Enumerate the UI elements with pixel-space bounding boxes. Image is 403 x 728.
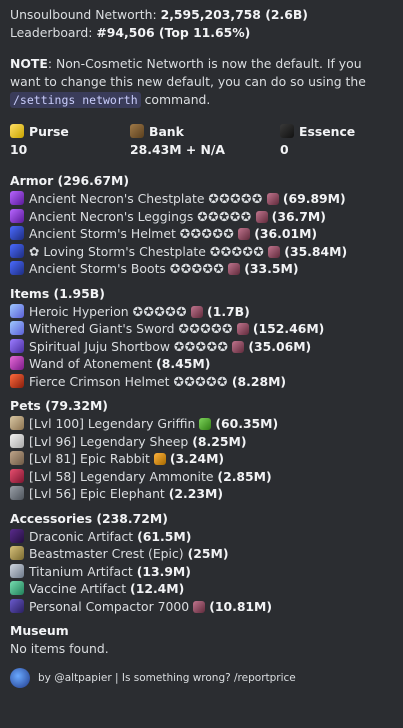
list-item: Vaccine Artifact (12.4M): [10, 580, 393, 598]
recomb-icon: [238, 228, 251, 240]
embed-footer: by @altpapier | Is something wrong? /rep…: [10, 667, 393, 688]
recomb-icon: [232, 340, 245, 353]
giant-sword-icon: [10, 321, 24, 335]
items-title: Items (1.95B): [10, 285, 105, 301]
recomb-icon: [236, 323, 249, 335]
storm-boots-icon: [10, 261, 24, 275]
recomb-icon: [193, 600, 206, 613]
leaderboard-label: Leaderboard:: [10, 24, 97, 40]
note-label: NOTE: [10, 56, 48, 71]
griffin-icon: [10, 416, 24, 430]
list-item: Draconic Artifact (61.5M): [10, 528, 393, 546]
list-item: [Lvl 96] Legendary Sheep (8.25M): [10, 433, 393, 451]
list-item: Ancient Storm's Helmet ✪✪✪✪✪ (36.01M): [10, 225, 393, 243]
note-text: : Non-Cosmetic Networth is now the defau…: [10, 56, 366, 89]
crimson-helmet-icon: [10, 373, 24, 388]
recomb-icon: [228, 263, 241, 275]
items-section: Items (1.95B) Heroic Hyperion ✪✪✪✪✪ (1.7B…: [10, 284, 393, 391]
sheep-icon: [10, 433, 24, 448]
wither-essence-icon: [280, 124, 294, 138]
gold-ingot-icon: [10, 124, 24, 138]
networth-embed: Unsoulbound Networth: 2,595,203,758 (2.6…: [0, 0, 403, 688]
beastmaster-crest-icon: [10, 546, 24, 560]
accessories-title: Accessories (238.72M): [10, 510, 168, 526]
list-item: Withered Giant's Sword ✪✪✪✪✪ (152.46M): [10, 320, 393, 338]
list-item: [Lvl 56] Epic Elephant (2.23M): [10, 485, 393, 503]
bank-label: Bank: [149, 124, 184, 139]
footer-text: by @altpapier | Is something wrong? /rep…: [38, 671, 296, 684]
list-item: Wand of Atonement (8.45M): [10, 355, 393, 373]
networth-value: 2,595,203,758 (2.6B): [160, 7, 308, 22]
storm-chestplate-icon: [10, 243, 24, 258]
draconic-artifact-icon: [10, 528, 24, 543]
recomb-icon: [268, 245, 281, 258]
purse-field: Purse 10: [10, 123, 130, 159]
pets-title: Pets (79.32M): [10, 398, 108, 413]
bank-value: 28.43M + N/A: [130, 142, 226, 157]
purse-value: 10: [10, 142, 28, 157]
museum-title: Museum: [10, 623, 69, 638]
shortbow-icon: [10, 338, 24, 353]
museum-text: No items found.: [10, 641, 109, 656]
list-item: Ancient Necron's Chestplate ✪✪✪✪✪ (69.89M…: [10, 190, 393, 208]
essence-field: Essence 0: [280, 123, 390, 159]
museum-section: Museum No items found.: [10, 621, 393, 658]
list-item: Titanium Artifact (13.9M): [10, 563, 393, 581]
list-item: Personal Compactor 7000 (10.81M): [10, 598, 393, 616]
networth-label: Unsoulbound Networth:: [10, 7, 161, 22]
note-paragraph: NOTE: Non-Cosmetic Networth is now the d…: [10, 55, 393, 109]
list-item: Heroic Hyperion ✪✪✪✪✪ (1.7B): [10, 303, 393, 321]
leaderboard-line: Leaderboard: #94,506 (Top 11.65%): [10, 24, 393, 42]
recomb-icon: [255, 210, 268, 223]
purse-label: Purse: [29, 124, 69, 139]
settings-command[interactable]: /settings networth: [10, 92, 141, 108]
list-item: [Lvl 58] Legendary Ammonite (2.85M): [10, 468, 393, 486]
list-item: Beastmaster Crest (Epic) (25M): [10, 545, 393, 563]
list-item: ✿ Loving Storm's Chestplate ✪✪✪✪✪ (35.84M…: [10, 243, 393, 261]
elephant-icon: [10, 486, 24, 500]
accessories-section: Accessories (238.72M) Draconic Artifact …: [10, 509, 393, 616]
networth-line: Unsoulbound Networth: 2,595,203,758 (2.6…: [10, 6, 393, 24]
pet-item-icon: [199, 418, 212, 430]
hyperion-icon: [10, 303, 24, 318]
storm-helmet-icon: [10, 226, 24, 240]
list-item: Fierce Crimson Helmet ✪✪✪✪✪ (8.28M): [10, 373, 393, 391]
essence-label: Essence: [299, 124, 356, 139]
essence-value: 0: [280, 142, 289, 157]
author-avatar-icon: [10, 667, 30, 688]
bank-field: Bank 28.43M + N/A: [130, 123, 280, 159]
titanium-artifact-icon: [10, 563, 24, 578]
vaccine-artifact-icon: [10, 581, 24, 595]
list-item: Spiritual Juju Shortbow ✪✪✪✪✪ (35.06M): [10, 338, 393, 356]
pets-section: Pets (79.32M) [Lvl 100] Legendary Griffi…: [10, 396, 393, 503]
list-item: [Lvl 100] Legendary Griffin (60.35M): [10, 415, 393, 433]
rabbit-icon: [10, 451, 24, 465]
necron-leggings-icon: [10, 208, 24, 223]
list-item: Ancient Necron's Leggings ✪✪✪✪✪ (36.7M): [10, 208, 393, 226]
leaderboard-value: #94,506 (Top 11.65%): [96, 24, 251, 40]
pet-item-icon: [153, 453, 166, 465]
recomb-icon: [266, 193, 279, 205]
wand-icon: [10, 356, 24, 370]
armor-section: Armor (296.67M) Ancient Necron's Chestpl…: [10, 171, 393, 278]
note-text-end: command.: [140, 92, 211, 107]
stats-fields: Purse 10 Bank 28.43M + N/A Essence 0: [10, 123, 393, 159]
recomb-icon: [191, 305, 204, 318]
compactor-icon: [10, 598, 24, 613]
necron-chestplate-icon: [10, 191, 24, 205]
list-item: Ancient Storm's Boots ✪✪✪✪✪ (33.5M): [10, 260, 393, 278]
chest-icon: [130, 124, 144, 138]
list-item: [Lvl 81] Epic Rabbit (3.24M): [10, 450, 393, 468]
ammonite-icon: [10, 468, 24, 483]
armor-title: Armor (296.67M): [10, 173, 130, 188]
